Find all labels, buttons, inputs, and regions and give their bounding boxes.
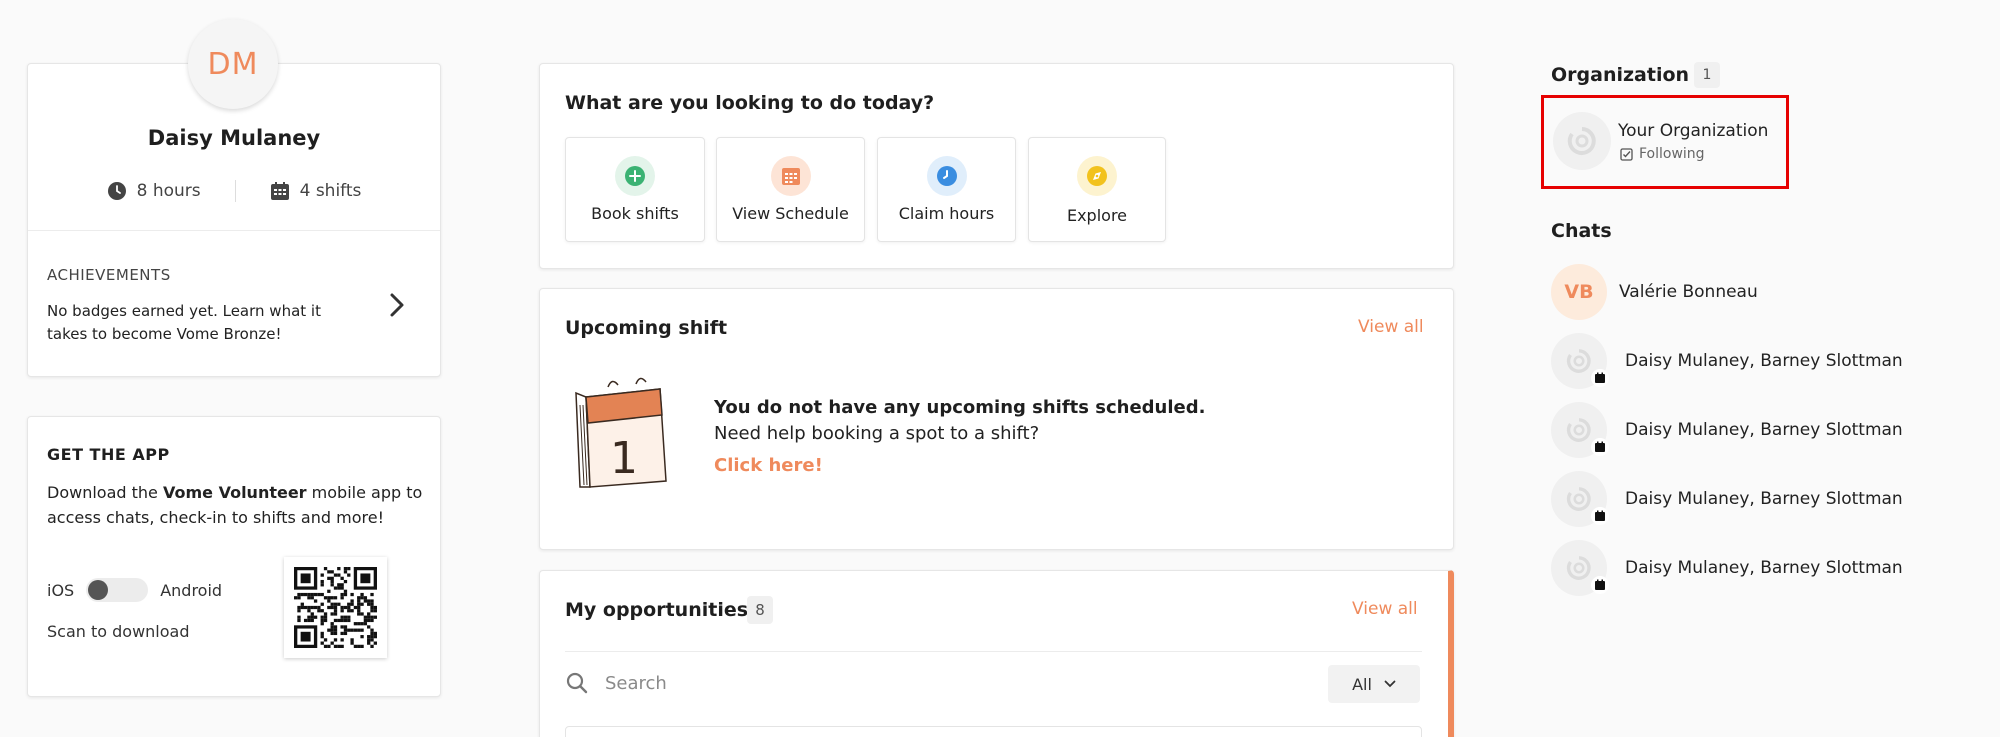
calendar-badge-icon [1591, 369, 1609, 387]
chat-item[interactable]: Daisy Mulaney, Barney Slottman [1551, 540, 1903, 596]
tile-label: Explore [1066, 206, 1128, 225]
hours-value: 8 hours [136, 181, 201, 201]
group-avatar [1551, 402, 1609, 458]
ios-label: iOS [47, 580, 75, 600]
chat-item[interactable]: Daisy Mulaney, Barney Slottman [1551, 333, 1903, 389]
desc-prefix: Download the [47, 483, 163, 502]
qr-code [284, 557, 387, 658]
help-text: Need help booking a spot to a shift? [714, 423, 1040, 444]
tile-label: View Schedule [732, 204, 849, 223]
avatar[interactable]: DM [188, 19, 278, 109]
highlight-box [1541, 95, 1789, 189]
opportunity-list-item[interactable] [565, 726, 1422, 737]
upcoming-title: Upcoming shift [565, 317, 728, 339]
compass-icon [1077, 156, 1117, 196]
chat-name: Daisy Mulaney, Barney Slottman [1625, 351, 1903, 371]
clock-icon [107, 182, 126, 200]
achievements-title: ACHIEVEMENTS [47, 266, 171, 284]
group-avatar [1551, 333, 1609, 389]
book-shifts-tile[interactable]: Book shifts [565, 137, 705, 242]
get-app-title: GET THE APP [47, 445, 170, 464]
chat-name: Daisy Mulaney, Barney Slottman [1625, 489, 1903, 509]
search-placeholder: Search [605, 672, 667, 694]
group-avatar [1551, 540, 1609, 596]
group-avatar [1551, 471, 1609, 527]
filter-value: All [1352, 674, 1372, 694]
opportunities-card [539, 570, 1454, 737]
toggle-knob [88, 580, 109, 600]
platform-toggle-row: iOS Android [47, 578, 222, 602]
calendar-badge-icon [1591, 507, 1609, 525]
organization-logo-icon [1566, 487, 1591, 511]
organization-logo-icon [1566, 556, 1591, 580]
shifts-value: 4 shifts [299, 181, 362, 201]
view-schedule-tile[interactable]: View Schedule [716, 137, 865, 242]
organization-logo-icon [1566, 349, 1591, 373]
chat-name: Daisy Mulaney, Barney Slottman [1625, 558, 1903, 578]
upcoming-view-all-link[interactable]: View all [1358, 317, 1424, 337]
opportunities-view-all-link[interactable]: View all [1352, 599, 1418, 619]
chats-title: Chats [1551, 220, 1612, 242]
calendar-badge-icon [1591, 576, 1609, 594]
shifts-stat: 4 shifts [236, 181, 396, 201]
qr-code-image [294, 567, 377, 648]
clock-icon [926, 156, 967, 196]
calendar-badge-icon [1591, 438, 1609, 456]
organization-title: Organization [1551, 64, 1690, 86]
divider [28, 230, 440, 231]
search-input[interactable]: Search [565, 664, 1265, 702]
opportunities-count-badge: 8 [747, 596, 773, 624]
profile-name: Daisy Mulaney [147, 126, 321, 150]
profile-stats: 8 hours 4 shifts [27, 180, 441, 202]
explore-tile[interactable]: Explore [1028, 137, 1166, 242]
calendar-illustration: 1 [575, 377, 667, 488]
chevron-right-icon[interactable] [385, 290, 409, 320]
opportunities-title: My opportunities [565, 599, 749, 621]
calendar-grid-icon [270, 182, 289, 200]
tile-label: Book shifts [591, 204, 679, 223]
chat-item[interactable]: Daisy Mulaney, Barney Slottman [1551, 471, 1903, 527]
chat-item[interactable]: VB Valérie Bonneau [1551, 264, 1758, 320]
claim-hours-tile[interactable]: Claim hours [877, 137, 1016, 242]
organization-logo-icon [1566, 418, 1591, 442]
chat-name: Valérie Bonneau [1619, 282, 1758, 302]
no-shifts-message: You do not have any upcoming shifts sche… [714, 397, 1206, 418]
hours-stat: 8 hours [73, 181, 235, 201]
android-label: Android [160, 580, 223, 600]
calendar-digit: 1 [610, 433, 638, 484]
achievements-text: No badges earned yet. Learn what it take… [47, 302, 321, 343]
avatar: VB [1551, 264, 1607, 320]
divider [565, 651, 1422, 652]
organization-count-badge: 1 [1694, 62, 1720, 88]
chat-item[interactable]: Daisy Mulaney, Barney Slottman [1551, 402, 1903, 458]
filter-dropdown[interactable]: All [1328, 665, 1420, 703]
plus-icon [615, 156, 655, 196]
tile-label: Claim hours [898, 204, 995, 223]
chat-name: Daisy Mulaney, Barney Slottman [1625, 420, 1903, 440]
get-app-description: Download the Vome Volunteer mobile app t… [47, 480, 427, 530]
search-icon [566, 672, 588, 694]
chevron-down-icon [1384, 680, 1396, 688]
platform-toggle[interactable] [86, 578, 149, 602]
calendar-icon [770, 156, 811, 196]
app-name: Vome Volunteer [162, 483, 307, 502]
click-here-link[interactable]: Click here! [714, 455, 823, 476]
scan-label: Scan to download [47, 622, 190, 641]
todo-title: What are you looking to do today? [565, 92, 935, 114]
